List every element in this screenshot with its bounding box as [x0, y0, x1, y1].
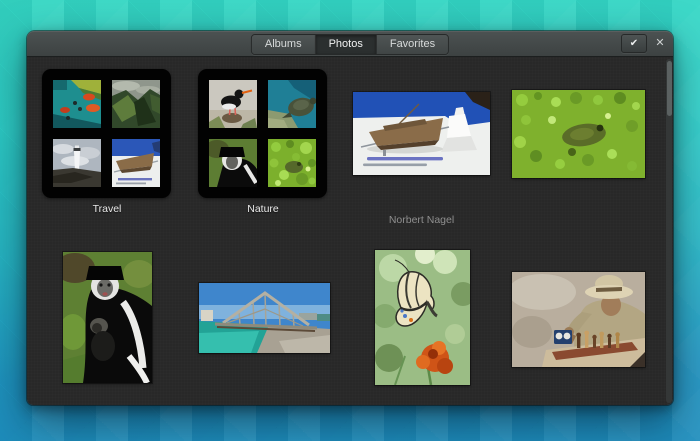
album-travel-label: Travel [92, 203, 122, 215]
canyon-image [112, 80, 160, 128]
photo-model-boat[interactable] [352, 91, 491, 176]
photo-colobus-monkey[interactable] [62, 251, 153, 384]
colobus-monkey-image [63, 252, 152, 383]
tab-albums[interactable]: Albums [251, 35, 316, 54]
oystercatcher-bird-image [209, 80, 257, 128]
album-nature-label: Nature [247, 203, 279, 215]
tab-favorites[interactable]: Favorites [376, 35, 449, 54]
chess-player-image [512, 272, 645, 367]
colobus-monkey-thumb-image [209, 139, 257, 187]
photo-frog-in-duckweed[interactable] [511, 89, 646, 179]
photo-caption: Norbert Nagel [388, 214, 455, 226]
photos-grid: Travel Nature Norbert Nagel [27, 57, 673, 405]
scrollbar-thumb[interactable] [666, 61, 672, 116]
photo-butterfly[interactable] [374, 249, 471, 386]
titlebar-actions: ✔ ✕ [621, 34, 669, 53]
close-button[interactable]: ✕ [651, 34, 669, 53]
photo-steel-bridge[interactable] [198, 282, 331, 354]
close-icon: ✕ [655, 37, 665, 49]
pool-scene-image [53, 80, 101, 128]
photo-chess-player[interactable] [511, 271, 646, 368]
scrollbar-track[interactable] [666, 59, 672, 403]
tab-photos[interactable]: Photos [315, 35, 377, 54]
album-travel-collage [42, 69, 171, 198]
model-boat-thumb-image [112, 139, 160, 187]
swallowtail-butterfly-image [375, 250, 470, 385]
sea-turtle-image [268, 80, 316, 128]
model-boat-image [353, 92, 490, 175]
duckweed-thumb-image [268, 139, 316, 187]
desktop: Albums Photos Favorites ✔ ✕ Travel Natur… [0, 0, 700, 441]
album-nature-collage [198, 69, 327, 198]
steel-bridge-image [199, 283, 330, 353]
selection-mode-button[interactable]: ✔ [621, 34, 647, 53]
album-travel[interactable] [42, 69, 171, 198]
photos-app-window: Albums Photos Favorites ✔ ✕ Travel Natur… [27, 31, 673, 405]
view-switcher: Albums Photos Favorites [250, 34, 450, 55]
lighthouse-image [53, 139, 101, 187]
album-nature[interactable] [198, 69, 327, 198]
checkmark-icon: ✔ [629, 38, 639, 49]
titlebar[interactable]: Albums Photos Favorites ✔ ✕ [27, 31, 673, 57]
frog-in-duckweed-image [512, 90, 645, 178]
